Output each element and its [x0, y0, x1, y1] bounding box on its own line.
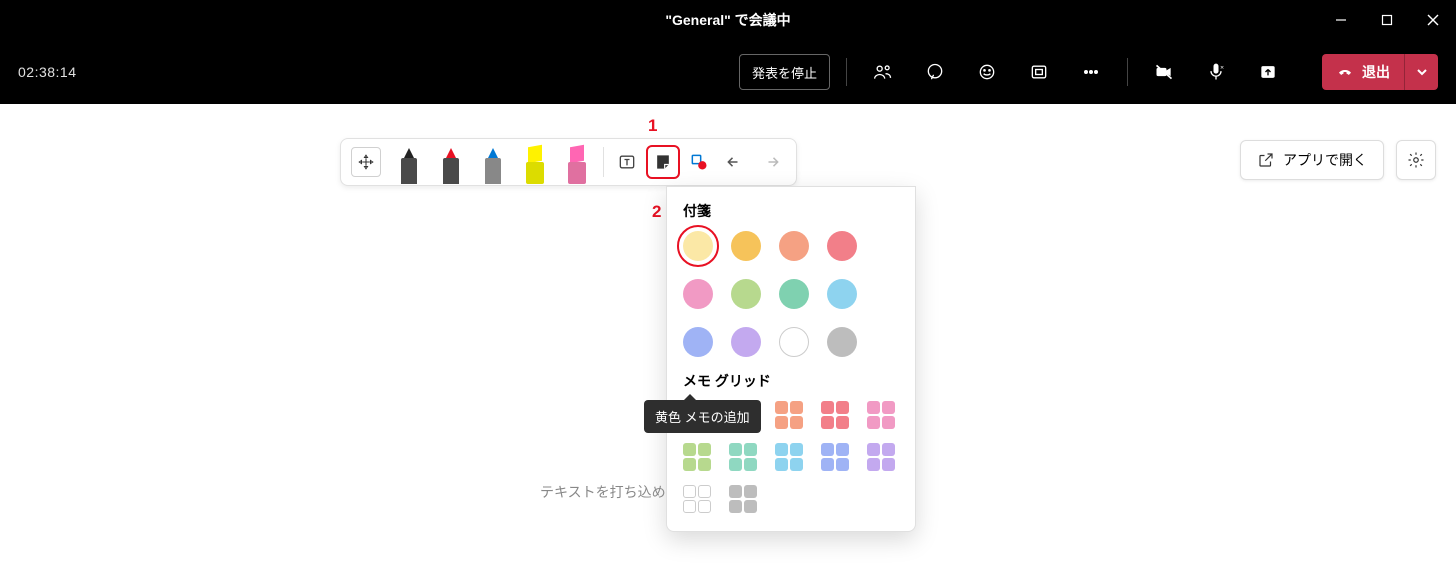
highlighter-pink[interactable] — [559, 141, 595, 185]
memo-grid-swatch-5[interactable] — [683, 443, 711, 471]
text-tool[interactable] — [612, 147, 642, 177]
minimize-button[interactable] — [1318, 0, 1364, 40]
window-title: "General" で会議中 — [665, 10, 790, 30]
pen-blue[interactable] — [475, 141, 511, 185]
settings-button[interactable] — [1396, 140, 1436, 180]
sticky-swatch-gray[interactable] — [827, 327, 857, 357]
pen-red[interactable] — [433, 141, 469, 185]
sticky-swatch-teal[interactable] — [779, 279, 809, 309]
sticky-note-popup: 付箋 メモ グリッド — [666, 186, 916, 532]
meeting-timer: 02:38:14 — [18, 64, 77, 80]
memo-grid-swatch-4[interactable] — [867, 401, 895, 429]
leave-dropdown[interactable] — [1404, 54, 1438, 90]
memo-grid-swatch-7[interactable] — [775, 443, 803, 471]
leave-button[interactable]: 退出 — [1322, 54, 1404, 90]
sticky-swatch-yellow[interactable] — [683, 231, 713, 261]
pen-black[interactable] — [391, 141, 427, 185]
window-titlebar: "General" で会議中 — [0, 0, 1456, 40]
sticky-swatch-orange[interactable] — [731, 231, 761, 261]
memo-grid-swatch-3[interactable] — [821, 401, 849, 429]
undo-button[interactable] — [720, 147, 750, 177]
maximize-button[interactable] — [1364, 0, 1410, 40]
open-in-app-label: アプリで開く — [1283, 150, 1367, 170]
reactions-icon[interactable] — [967, 52, 1007, 92]
sticky-swatch-purple[interactable] — [731, 327, 761, 357]
meeting-toolbar: 02:38:14 発表を停止 × 退出 — [0, 40, 1456, 104]
window-controls — [1318, 0, 1456, 40]
canvas-right-actions: アプリで開く — [1240, 140, 1436, 180]
more-icon[interactable] — [1071, 52, 1111, 92]
memo-grid-swatch-6[interactable] — [729, 443, 757, 471]
sticky-note-tool[interactable] — [648, 147, 678, 177]
chat-icon[interactable] — [915, 52, 955, 92]
camera-off-icon[interactable] — [1144, 52, 1184, 92]
people-icon[interactable] — [863, 52, 903, 92]
sticky-swatch-coral[interactable] — [779, 231, 809, 261]
sticky-swatch-pink[interactable] — [683, 279, 713, 309]
sticky-swatch-red[interactable] — [827, 231, 857, 261]
leave-button-group: 退出 — [1322, 54, 1438, 90]
sticky-swatch-white[interactable] — [779, 327, 809, 357]
annotation-2: 2 — [652, 202, 661, 222]
redo-button[interactable] — [756, 147, 786, 177]
sticky-section-title: 付箋 — [683, 201, 899, 221]
memo-grid-swatch-2[interactable] — [775, 401, 803, 429]
canvas-placeholder: テキストを打ち込め — [540, 482, 666, 502]
sticky-swatch-blue[interactable] — [683, 327, 713, 357]
open-in-app-button[interactable]: アプリで開く — [1240, 140, 1384, 180]
grid-section-title: メモ グリッド — [683, 371, 899, 391]
shapes-tool[interactable] — [684, 147, 714, 177]
whiteboard-toolbar — [340, 138, 797, 186]
share-icon[interactable] — [1248, 52, 1288, 92]
annotation-1: 1 — [648, 116, 657, 136]
highlighter-yellow[interactable] — [517, 141, 553, 185]
stop-presenting-button[interactable]: 発表を停止 — [739, 54, 830, 90]
sticky-swatch-lightblue[interactable] — [827, 279, 857, 309]
memo-grid-swatch-11[interactable] — [729, 485, 757, 513]
sticky-swatch-green[interactable] — [731, 279, 761, 309]
leave-label: 退出 — [1362, 62, 1390, 82]
memo-grid-swatch-8[interactable] — [821, 443, 849, 471]
sticky-color-grid — [683, 231, 899, 357]
svg-text:×: × — [1220, 65, 1224, 72]
tooltip: 黄色 メモの追加 — [644, 400, 761, 433]
move-tool[interactable] — [351, 147, 381, 177]
memo-grid-swatch-9[interactable] — [867, 443, 895, 471]
mic-off-icon[interactable]: × — [1196, 52, 1236, 92]
rooms-icon[interactable] — [1019, 52, 1059, 92]
close-button[interactable] — [1410, 0, 1456, 40]
memo-grid-swatch-10[interactable] — [683, 485, 711, 513]
whiteboard-canvas[interactable]: 1 2 付箋 メモ グリッド 黄色 メモの追加 テキストを打ち込め アプリで開く — [0, 104, 1456, 565]
